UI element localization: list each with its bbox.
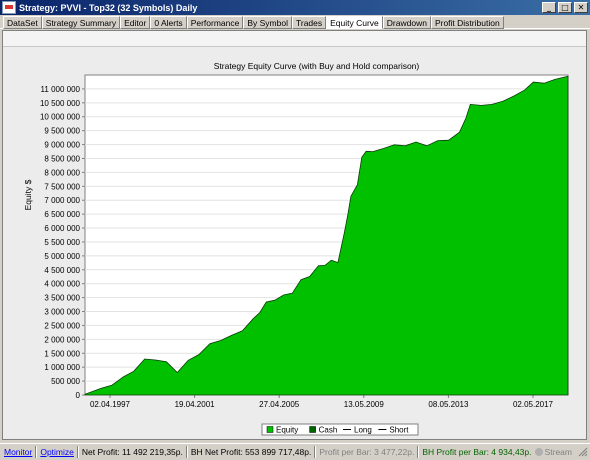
y-tick-label: 500 000 xyxy=(51,377,80,386)
status-separator xyxy=(76,446,79,458)
x-tick-label: 19.04.2001 xyxy=(175,400,216,409)
y-tick-label: 6 500 000 xyxy=(44,210,80,219)
y-tick-label: 1 500 000 xyxy=(44,349,80,358)
status-separator xyxy=(185,446,188,458)
legend-label: Long xyxy=(354,426,372,435)
equity-curve-panel: 0 500 000 1 000 000 1 500 000 2 000 000 2 500… xyxy=(2,30,587,440)
window-title: Strategy: PVVI - Top32 (32 Symbols) Dail… xyxy=(19,2,198,13)
y-tick-label: 6 000 000 xyxy=(44,224,80,233)
legend-swatch xyxy=(309,426,316,433)
bh-profit-per-bar: BH Profit per Bar: 4 934,43р. xyxy=(422,447,532,457)
stream-toggle[interactable]: Stream xyxy=(534,447,572,457)
tab-alerts[interactable]: 0 Alerts xyxy=(150,16,187,29)
y-tick-label: 9 000 000 xyxy=(44,141,80,150)
stream-label: Stream xyxy=(544,447,572,457)
maximize-button[interactable]: □ xyxy=(558,2,572,13)
tab-equity-curve[interactable]: Equity Curve xyxy=(326,16,383,29)
legend-swatch xyxy=(266,426,274,433)
resize-grip-icon[interactable] xyxy=(578,447,588,457)
y-tick-label: 4 000 000 xyxy=(44,280,80,289)
equity-chart[interactable]: 0 500 000 1 000 000 1 500 000 2 000 000 2 500… xyxy=(3,31,588,441)
y-tick-label: 2 500 000 xyxy=(44,321,80,330)
tab-profit-distribution[interactable]: Profit Distribution xyxy=(430,16,504,29)
monitor-link[interactable]: Monitor xyxy=(4,447,32,457)
y-tick-label: 7 000 000 xyxy=(44,196,80,205)
close-button[interactable]: ✕ xyxy=(574,2,588,13)
tab-by-symbol[interactable]: By Symbol xyxy=(243,16,292,29)
y-tick-label: 3 000 000 xyxy=(44,308,80,317)
y-tick-label: 5 000 000 xyxy=(44,252,80,261)
status-separator xyxy=(417,446,420,458)
y-tick-label: 7 500 000 xyxy=(44,182,80,191)
tab-dataset[interactable]: DataSet xyxy=(3,16,42,29)
legend-label: Short xyxy=(389,426,409,435)
y-tick-label: 5 500 000 xyxy=(44,238,80,247)
tab-trades[interactable]: Trades xyxy=(291,16,327,29)
tab-performance[interactable]: Performance xyxy=(186,16,244,29)
app-icon xyxy=(2,1,16,14)
status-separator xyxy=(35,446,38,458)
profit-per-bar: Profit per Bar: 3 477,22р. xyxy=(319,447,415,457)
y-tick-label: 10 500 000 xyxy=(40,99,81,108)
x-tick-label: 02.04.1997 xyxy=(90,400,131,409)
net-profit: Net Profit: 11 492 219,35р. xyxy=(81,447,183,457)
bh-net-profit: BH Net Profit: 553 899 717,48р. xyxy=(190,447,312,457)
y-tick-label: 10 000 000 xyxy=(40,113,81,122)
legend-label: Cash xyxy=(319,426,338,435)
chart-title: Strategy Equity Curve (with Buy and Hold… xyxy=(214,61,420,71)
legend-label: Equity xyxy=(276,426,298,435)
x-tick-label: 02.05.2017 xyxy=(513,400,554,409)
tab-bar: DataSet Strategy Summary Editor 0 Alerts… xyxy=(0,15,590,29)
x-tick-label: 13.05.2009 xyxy=(344,400,385,409)
window-titlebar[interactable]: Strategy: PVVI - Top32 (32 Symbols) Dail… xyxy=(0,0,590,15)
y-tick-label: 2 000 000 xyxy=(44,335,80,344)
optimize-link[interactable]: Optimize xyxy=(40,447,74,457)
status-bar: Monitor Optimize Net Profit: 11 492 219,… xyxy=(0,443,590,460)
x-tick-label: 08.05.2013 xyxy=(428,400,469,409)
y-tick-label: 0 xyxy=(76,391,81,400)
y-tick-label: 4 500 000 xyxy=(44,266,80,275)
y-tick-label: 8 000 000 xyxy=(44,168,80,177)
y-tick-label: 11 000 000 xyxy=(41,85,81,94)
y-tick-label: 8 500 000 xyxy=(44,154,80,163)
stream-icon xyxy=(534,448,543,456)
status-separator xyxy=(314,446,317,458)
tab-editor[interactable]: Editor xyxy=(120,16,151,29)
y-tick-label: 3 500 000 xyxy=(44,294,80,303)
x-tick-label: 27.04.2005 xyxy=(259,400,300,409)
minimize-button[interactable]: _ xyxy=(542,2,556,13)
tab-strategy-summary[interactable]: Strategy Summary xyxy=(41,16,121,29)
y-tick-label: 9 500 000 xyxy=(44,127,80,136)
y-tick-label: 1 000 000 xyxy=(44,363,80,372)
y-axis-label: Equity $ xyxy=(23,179,33,210)
window-controls: _ □ ✕ xyxy=(542,2,588,13)
tab-drawdown[interactable]: Drawdown xyxy=(382,16,431,29)
